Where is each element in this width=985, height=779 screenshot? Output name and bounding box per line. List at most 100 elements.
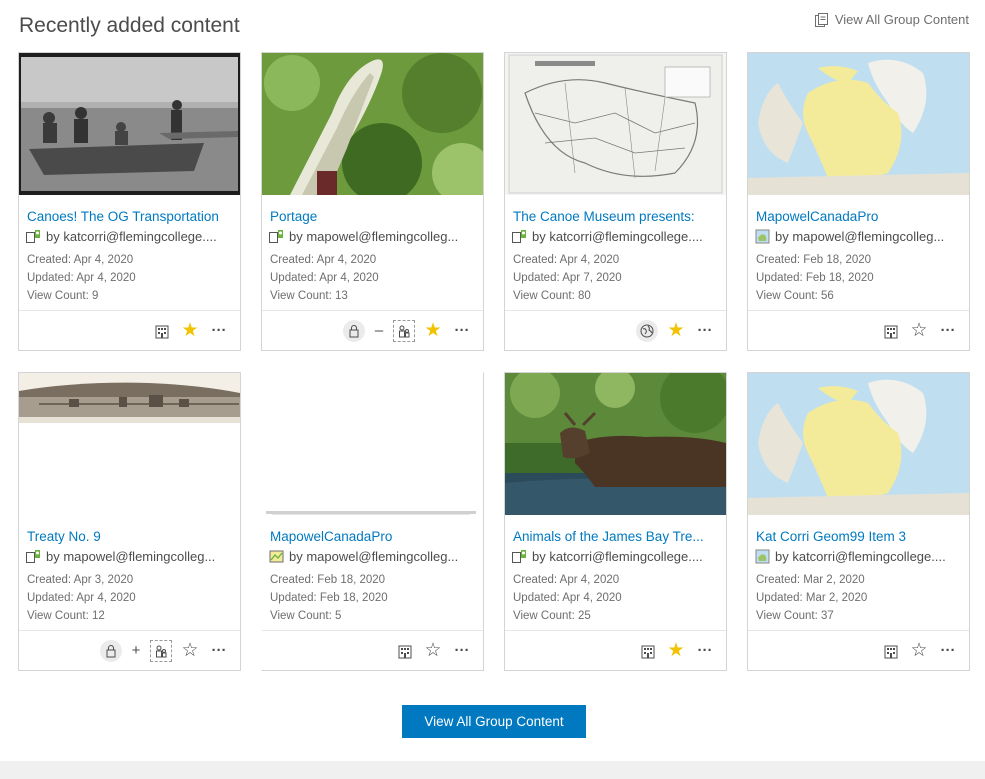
card-owner: by katcorri@flemingcollege....: [512, 548, 718, 565]
web-map-icon: [755, 229, 770, 244]
star-filled-icon[interactable]: ★: [180, 321, 200, 341]
footer-band: [0, 761, 985, 779]
card-owner-text: by katcorri@flemingcollege....: [532, 549, 703, 564]
more-icon[interactable]: ···: [694, 321, 716, 341]
card-owner-text: by katcorri@flemingcollege....: [532, 229, 703, 244]
card-meta: Created: Apr 4, 2020 Updated: Apr 4, 202…: [513, 571, 718, 625]
view-count: View Count: 37: [756, 610, 834, 622]
created-date: Created: Apr 4, 2020: [513, 574, 620, 586]
card-meta: Created: Apr 3, 2020 Updated: Apr 4, 202…: [27, 571, 232, 625]
building-icon[interactable]: [395, 641, 415, 661]
updated-date: Updated: Apr 4, 2020: [513, 592, 622, 604]
card-owner-text: by mapowel@flemingcolleg...: [289, 229, 459, 244]
content-card: Portage by mapowel@flemingcolleg... Crea…: [261, 52, 484, 351]
card-actions: – ★ ···: [262, 310, 483, 350]
card-thumbnail[interactable]: [19, 373, 240, 515]
card-thumbnail[interactable]: [262, 373, 483, 515]
card-title-link[interactable]: Kat Corri Geom99 Item 3: [756, 528, 961, 545]
card-title-link[interactable]: MapowelCanadaPro: [270, 528, 475, 545]
more-icon[interactable]: ···: [937, 641, 959, 661]
web-map-icon: [755, 549, 770, 564]
star-filled-icon[interactable]: ★: [666, 321, 686, 341]
created-date: Created: Feb 18, 2020: [756, 254, 872, 266]
card-owner-text: by mapowel@flemingcolleg...: [775, 229, 945, 244]
lock-icon[interactable]: [100, 639, 122, 662]
more-icon[interactable]: ···: [208, 641, 230, 661]
card-thumbnail[interactable]: [505, 373, 726, 515]
card-thumbnail[interactable]: [262, 53, 483, 195]
share-group-icon[interactable]: [393, 319, 415, 342]
card-owner: by mapowel@flemingcolleg...: [269, 228, 475, 245]
card-owner: by mapowel@flemingcolleg...: [755, 228, 961, 245]
story-map-icon: [269, 229, 284, 244]
card-thumbnail[interactable]: [19, 53, 240, 195]
star-outline-icon[interactable]: ☆: [909, 321, 929, 341]
card-thumbnail[interactable]: [748, 373, 969, 515]
globe-icon[interactable]: [636, 319, 658, 342]
card-title-link[interactable]: The Canoe Museum presents:: [513, 208, 718, 225]
card-actions: ☆ ···: [262, 630, 483, 670]
content-card: MapowelCanadaPro by mapowel@flemingcolle…: [261, 372, 484, 671]
card-title-link[interactable]: Animals of the James Bay Tre...: [513, 528, 718, 545]
updated-date: Updated: Mar 2, 2020: [756, 592, 868, 604]
content-card: Treaty No. 9 by mapowel@flemingcolleg...…: [18, 372, 241, 671]
star-outline-icon[interactable]: ☆: [423, 641, 443, 661]
view-count: View Count: 56: [756, 290, 834, 302]
card-owner-text: by mapowel@flemingcolleg...: [46, 549, 216, 564]
card-meta: Created: Apr 4, 2020 Updated: Apr 4, 202…: [270, 251, 475, 305]
view-count: View Count: 9: [27, 290, 99, 302]
share-group-icon[interactable]: [150, 639, 172, 662]
content-card: Animals of the James Bay Tre... by katco…: [504, 372, 727, 671]
card-owner: by katcorri@flemingcollege....: [512, 228, 718, 245]
more-icon[interactable]: ···: [208, 321, 230, 341]
view-all-link-label: View All Group Content: [834, 12, 969, 27]
building-icon[interactable]: [638, 641, 658, 661]
plus-icon: +: [131, 642, 141, 659]
more-icon[interactable]: ···: [937, 321, 959, 341]
card-meta: Created: Apr 4, 2020 Updated: Apr 4, 202…: [27, 251, 232, 305]
card-title-link[interactable]: Treaty No. 9: [27, 528, 232, 545]
created-date: Created: Apr 4, 2020: [513, 254, 620, 266]
card-thumbnail[interactable]: [748, 53, 969, 195]
card-owner: by mapowel@flemingcolleg...: [26, 548, 232, 565]
story-map-icon: [26, 549, 41, 564]
map-package-icon: [269, 549, 284, 564]
section-heading: Recently added content: [19, 14, 240, 37]
card-thumbnail[interactable]: [505, 53, 726, 195]
card-owner-text: by katcorri@flemingcollege....: [46, 229, 217, 244]
more-icon[interactable]: ···: [451, 321, 473, 341]
card-title-link[interactable]: Portage: [270, 208, 475, 225]
star-outline-icon[interactable]: ☆: [909, 641, 929, 661]
card-owner: by katcorri@flemingcollege....: [26, 228, 232, 245]
building-icon[interactable]: [152, 321, 172, 341]
building-icon[interactable]: [881, 321, 901, 341]
story-map-icon: [512, 549, 527, 564]
updated-date: Updated: Apr 4, 2020: [27, 592, 136, 604]
updated-date: Updated: Feb 18, 2020: [270, 592, 388, 604]
created-date: Created: Mar 2, 2020: [756, 574, 865, 586]
content-grid: Canoes! The OG Transportation by katcorr…: [18, 52, 971, 671]
more-icon[interactable]: ···: [451, 641, 473, 661]
star-filled-icon[interactable]: ★: [666, 641, 686, 661]
card-owner: by katcorri@flemingcollege....: [755, 548, 961, 565]
card-title-link[interactable]: MapowelCanadaPro: [756, 208, 961, 225]
star-filled-icon[interactable]: ★: [423, 321, 443, 341]
created-date: Created: Feb 18, 2020: [270, 574, 386, 586]
view-all-group-content-link[interactable]: View All Group Content: [814, 12, 969, 27]
card-owner: by mapowel@flemingcolleg...: [269, 548, 475, 565]
view-count: View Count: 12: [27, 610, 105, 622]
more-icon[interactable]: ···: [694, 641, 716, 661]
story-map-icon: [26, 229, 41, 244]
view-count: View Count: 5: [270, 610, 342, 622]
view-count: View Count: 25: [513, 610, 591, 622]
card-title-link[interactable]: Canoes! The OG Transportation: [27, 208, 232, 225]
building-icon[interactable]: [881, 641, 901, 661]
content-card: Kat Corri Geom99 Item 3 by katcorri@flem…: [747, 372, 970, 671]
lock-icon[interactable]: [343, 319, 365, 342]
content-card: MapowelCanadaPro by mapowel@flemingcolle…: [747, 52, 970, 351]
created-date: Created: Apr 4, 2020: [27, 254, 134, 266]
star-outline-icon[interactable]: ☆: [180, 641, 200, 661]
view-all-group-content-button[interactable]: View All Group Content: [402, 705, 586, 738]
card-meta: Created: Feb 18, 2020 Updated: Feb 18, 2…: [270, 571, 475, 625]
updated-date: Updated: Apr 4, 2020: [270, 272, 379, 284]
